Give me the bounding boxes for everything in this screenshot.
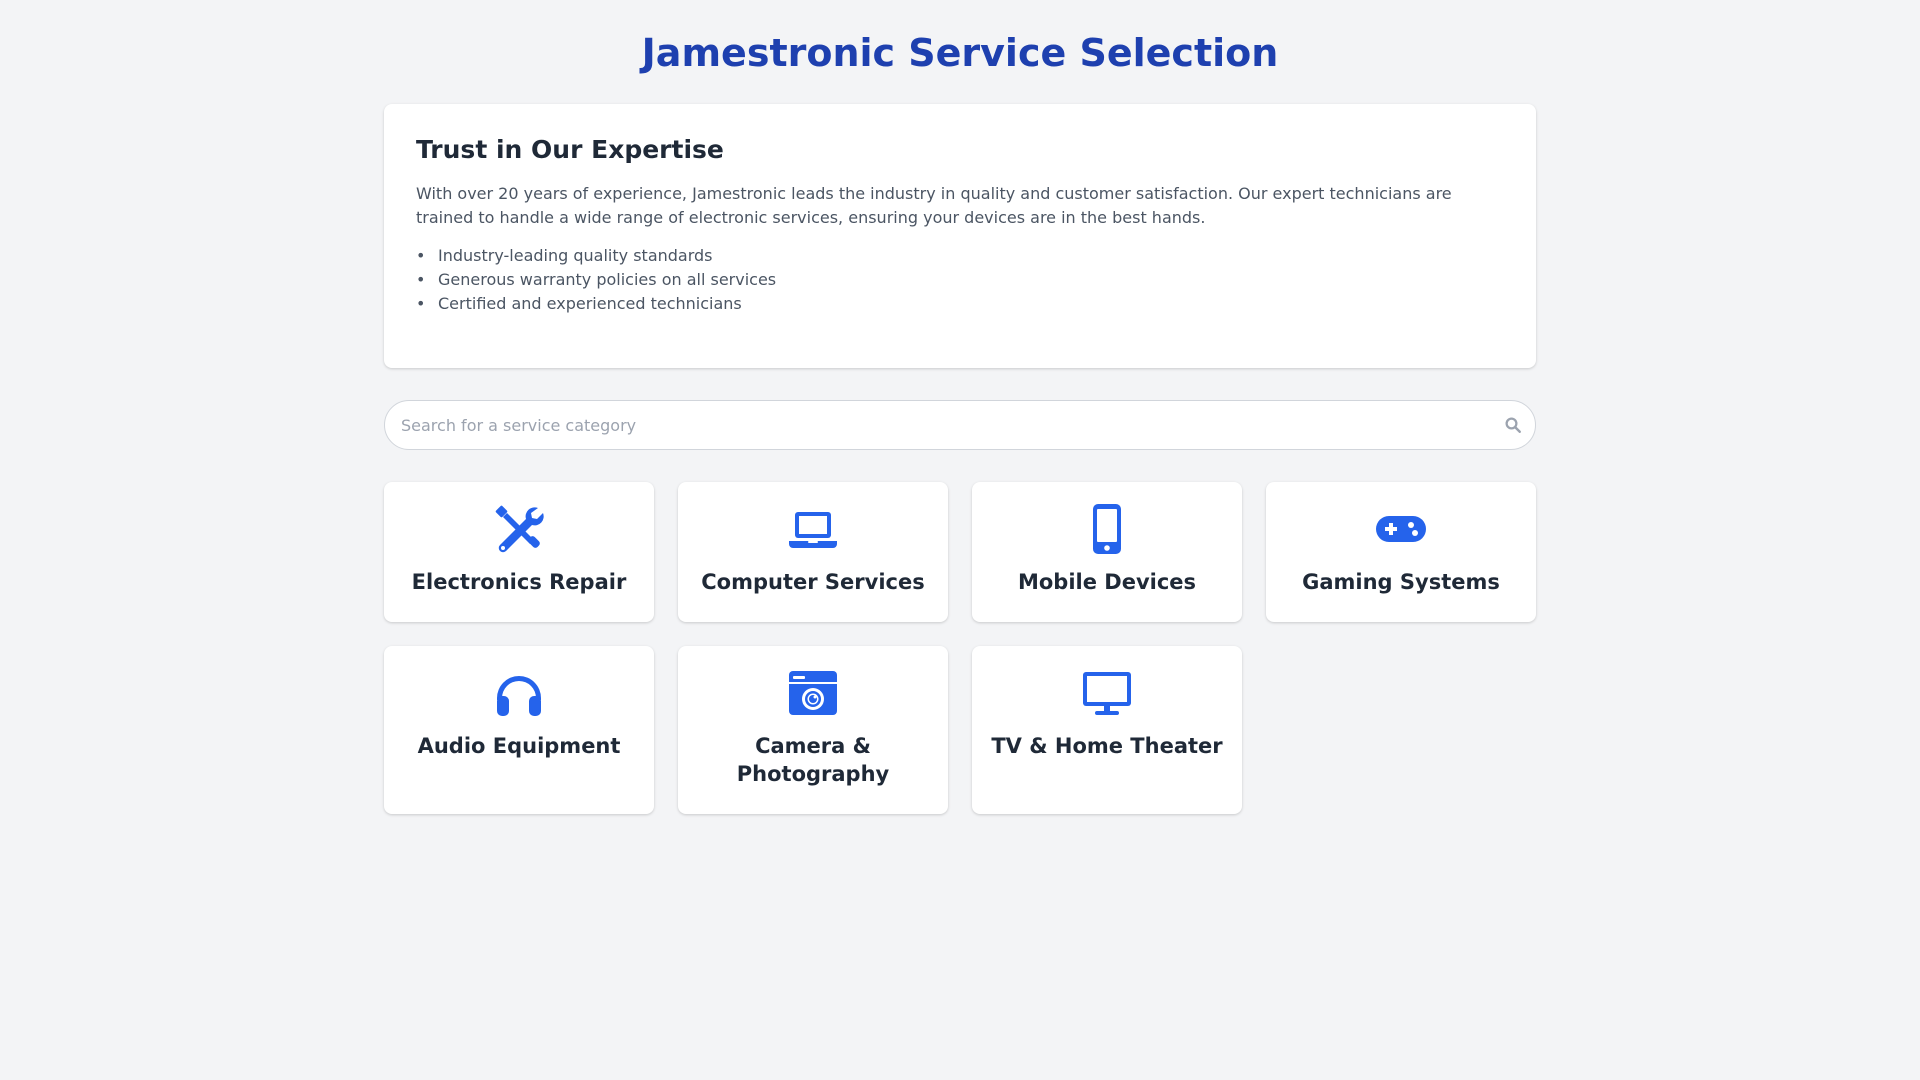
trust-point: Industry-leading quality standards — [416, 244, 1504, 268]
main-container: Trust in Our Expertise With over 20 year… — [384, 104, 1536, 814]
tools-icon — [495, 505, 544, 553]
tv-icon — [1083, 672, 1131, 715]
trust-points-list: Industry-leading quality standards Gener… — [416, 244, 1504, 316]
page-title: Jamestronic Service Selection — [641, 31, 1279, 75]
category-label: Mobile Devices — [1017, 570, 1197, 594]
category-label: Electronics Repair — [411, 570, 627, 594]
trust-point: Certified and experienced technicians — [416, 292, 1504, 316]
search-input[interactable] — [384, 400, 1536, 450]
category-card-audio-equipment[interactable]: Audio Equipment — [384, 646, 654, 814]
laptop-icon — [789, 512, 837, 548]
camera-icon — [789, 671, 837, 715]
trust-description: With over 20 years of experience, Jamest… — [416, 184, 1452, 227]
headphones-icon — [497, 676, 541, 716]
mobile-phone-icon — [1093, 504, 1121, 554]
search-bar — [384, 400, 1536, 450]
trust-title: Trust in Our Expertise — [416, 135, 724, 164]
search-icon[interactable] — [1504, 416, 1522, 434]
category-label: TV & Home Theater — [991, 734, 1223, 758]
category-label: Camera & Photography — [736, 734, 890, 786]
category-card-electronics-repair[interactable]: Electronics Repair — [384, 482, 654, 622]
gamepad-icon — [1376, 516, 1426, 542]
category-card-mobile-devices[interactable]: Mobile Devices — [972, 482, 1242, 622]
category-card-tv-home-theater[interactable]: TV & Home Theater — [972, 646, 1242, 814]
category-card-computer-services[interactable]: Computer Services — [678, 482, 948, 622]
service-category-grid: Electronics Repair Computer Services Mob… — [384, 482, 1536, 814]
category-label: Audio Equipment — [417, 734, 621, 758]
category-label: Computer Services — [701, 570, 925, 594]
trust-point: Generous warranty policies on all servic… — [416, 268, 1504, 292]
category-card-gaming-systems[interactable]: Gaming Systems — [1266, 482, 1536, 622]
category-label: Gaming Systems — [1302, 570, 1500, 594]
category-card-camera-photography[interactable]: Camera & Photography — [678, 646, 948, 814]
trust-card: Trust in Our Expertise With over 20 year… — [384, 104, 1536, 368]
